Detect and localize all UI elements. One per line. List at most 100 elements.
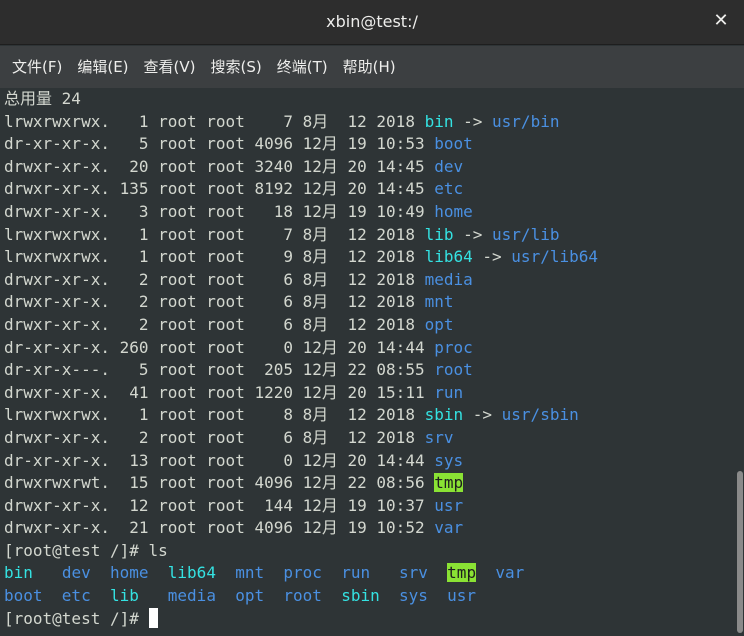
ls-entry: dev bbox=[61, 563, 91, 583]
listing-row: drwxr-xr-x. 20 root root 3240 12月 20 14:… bbox=[4, 156, 736, 179]
file-attributes: drwxr-xr-x. 3 root root 18 12月 19 10:49 bbox=[4, 201, 435, 221]
menu-bar: 文件(F) 编辑(E) 查看(V) 搜索(S) 终端(T) 帮助(H) bbox=[0, 46, 744, 88]
file-name: lib64 bbox=[424, 247, 473, 267]
listing-row: drwxrwxrwt. 15 root root 4096 12月 22 08:… bbox=[4, 472, 736, 495]
file-name: media bbox=[424, 269, 473, 289]
listing-row: lrwxrwxrwx. 1 root root 7 8月 12 2018 bin… bbox=[4, 111, 736, 134]
ls-entry: tmp bbox=[447, 563, 477, 583]
listing-row: lrwxrwxrwx. 1 root root 7 8月 12 2018 lib… bbox=[4, 224, 736, 247]
ls-entry: usr bbox=[447, 586, 477, 606]
scrollbar-thumb[interactable] bbox=[737, 471, 743, 633]
menu-help[interactable]: 帮助(H) bbox=[337, 53, 402, 81]
file-attributes: drwxrwxrwt. 15 root root 4096 12月 22 08:… bbox=[4, 473, 435, 493]
listing-row: dr-xr-x---. 5 root root 205 12月 22 08:55… bbox=[4, 359, 736, 382]
ls-entry: sbin bbox=[341, 586, 380, 606]
file-attributes: drwxr-xr-x. 2 root root 6 8月 12 2018 bbox=[4, 427, 425, 447]
listing: lrwxrwxrwx. 1 root root 7 8月 12 2018 bin… bbox=[4, 111, 736, 540]
file-name: root bbox=[434, 360, 473, 380]
file-attributes: drwxr-xr-x. 41 root root 1220 12月 20 15:… bbox=[4, 382, 435, 402]
link-arrow: -> bbox=[463, 405, 502, 425]
ls-command-line: [root@test /]# ls bbox=[4, 540, 168, 560]
title-bar[interactable]: xbin@test:/ ✕ bbox=[0, 0, 744, 45]
cursor bbox=[148, 607, 158, 628]
file-name: sbin bbox=[424, 405, 464, 425]
file-name: usr bbox=[434, 495, 464, 515]
listing-row: dr-xr-xr-x. 13 root root 0 12月 20 14:44 … bbox=[4, 450, 736, 473]
ls-entry: sys bbox=[398, 586, 428, 606]
terminal-output[interactable]: 总用量 24 lrwxrwxrwx. 1 root root 7 8月 12 2… bbox=[0, 88, 736, 636]
file-name: sys bbox=[434, 450, 464, 470]
link-target: usr/lib bbox=[492, 224, 560, 244]
link-arrow: -> bbox=[453, 224, 493, 244]
close-icon[interactable]: ✕ bbox=[712, 10, 730, 32]
ls-entry: var bbox=[495, 563, 525, 583]
link-target: usr/bin bbox=[492, 111, 560, 131]
file-attributes: drwxr-xr-x. 2 root root 6 8月 12 2018 bbox=[4, 269, 425, 289]
file-name: mnt bbox=[424, 292, 454, 312]
file-attributes: lrwxrwxrwx. 1 root root 9 8月 12 2018 bbox=[4, 247, 425, 267]
ls-entry: lib64 bbox=[167, 563, 216, 583]
ls-entry: srv bbox=[399, 563, 428, 583]
link-target: usr/sbin bbox=[501, 405, 579, 425]
ls-entry: lib bbox=[109, 586, 139, 606]
file-name: home bbox=[434, 201, 473, 221]
ls-entry: etc bbox=[61, 586, 91, 606]
total-line: 总用量 24 bbox=[4, 89, 81, 108]
file-attributes: dr-xr-xr-x. 13 root root 0 12月 20 14:44 bbox=[4, 450, 435, 470]
listing-row: drwxr-xr-x. 2 root root 6 8月 12 2018 srv bbox=[4, 427, 736, 450]
listing-row: drwxr-xr-x. 2 root root 6 8月 12 2018 mnt bbox=[4, 291, 736, 314]
listing-row: lrwxrwxrwx. 1 root root 9 8月 12 2018 lib… bbox=[4, 246, 736, 269]
ls-entry: home bbox=[109, 563, 149, 583]
ls-entry: bin bbox=[4, 563, 33, 583]
listing-row: lrwxrwxrwx. 1 root root 8 8月 12 2018 sbi… bbox=[4, 404, 736, 427]
listing-row: drwxr-xr-x. 3 root root 18 12月 19 10:49 … bbox=[4, 201, 736, 224]
prompt: [root@test /]# bbox=[4, 608, 149, 628]
file-name: srv bbox=[424, 427, 454, 447]
file-name: bin bbox=[424, 111, 454, 131]
listing-row: dr-xr-xr-x. 260 root root 0 12月 20 14:44… bbox=[4, 337, 736, 360]
file-attributes: dr-xr-xr-x. 5 root root 4096 12月 19 10:5… bbox=[4, 134, 435, 154]
listing-row: drwxr-xr-x. 2 root root 6 8月 12 2018 med… bbox=[4, 269, 736, 292]
listing-row: dr-xr-xr-x. 5 root root 4096 12月 19 10:5… bbox=[4, 133, 736, 156]
file-attributes: drwxr-xr-x. 20 root root 3240 12月 20 14:… bbox=[4, 156, 435, 176]
scrollbar[interactable] bbox=[736, 88, 744, 636]
menu-view[interactable]: 查看(V) bbox=[138, 53, 202, 81]
menu-terminal[interactable]: 终端(T) bbox=[271, 53, 334, 81]
file-name: proc bbox=[434, 337, 473, 357]
prompt-line: [root@test /]# bbox=[4, 607, 736, 631]
menu-edit[interactable]: 编辑(E) bbox=[71, 53, 134, 81]
file-name: tmp bbox=[434, 473, 464, 493]
file-attributes: drwxr-xr-x. 2 root root 6 8月 12 2018 bbox=[4, 314, 425, 334]
listing-row: drwxr-xr-x. 41 root root 1220 12月 20 15:… bbox=[4, 382, 736, 405]
file-name: var bbox=[434, 518, 464, 538]
listing-row: drwxr-xr-x. 12 root root 144 12月 19 10:3… bbox=[4, 495, 736, 518]
listing-row: drwxr-xr-x. 2 root root 6 8月 12 2018 opt bbox=[4, 314, 736, 337]
ls-entry: run bbox=[341, 563, 371, 583]
menu-search[interactable]: 搜索(S) bbox=[205, 53, 268, 81]
ls-entry: root bbox=[283, 586, 322, 606]
menu-file[interactable]: 文件(F) bbox=[6, 53, 68, 81]
file-attributes: drwxr-xr-x. 135 root root 8192 12月 20 14… bbox=[4, 179, 435, 199]
link-arrow: -> bbox=[453, 111, 493, 131]
file-attributes: dr-xr-x---. 5 root root 205 12月 22 08:55 bbox=[4, 360, 435, 380]
file-attributes: lrwxrwxrwx. 1 root root 7 8月 12 2018 bbox=[4, 111, 425, 131]
ls-output-row-2: boot etc lib media opt root sbin sys usr bbox=[4, 585, 736, 608]
file-name: lib bbox=[424, 224, 454, 244]
file-attributes: drwxr-xr-x. 2 root root 6 8月 12 2018 bbox=[4, 292, 425, 312]
file-name: dev bbox=[434, 156, 464, 176]
window-title: xbin@test:/ bbox=[326, 12, 418, 31]
ls-output-row-1: bin dev home lib64 mnt proc run srv tmp … bbox=[4, 562, 736, 585]
ls-entry: boot bbox=[4, 586, 43, 606]
